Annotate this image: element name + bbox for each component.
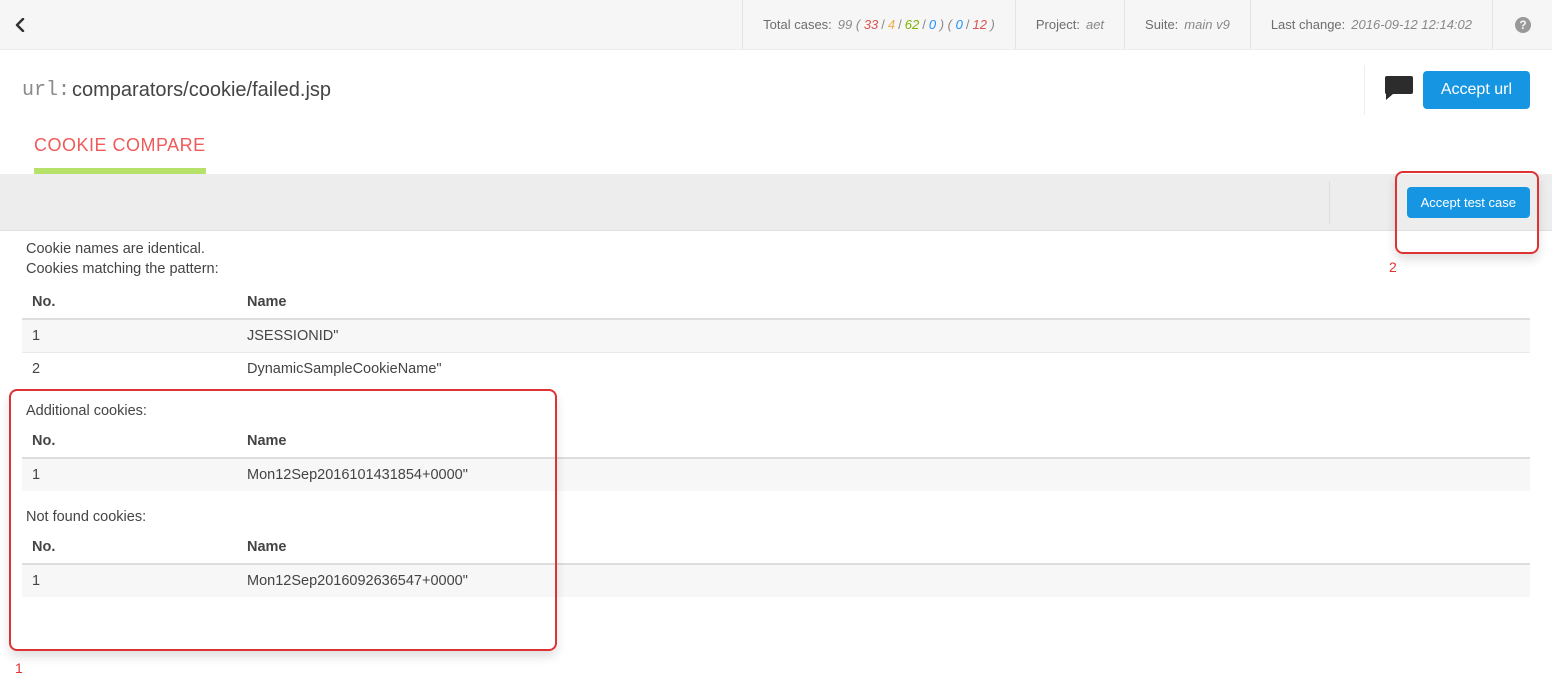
chevron-left-icon bbox=[15, 18, 25, 32]
col-name-header: Name bbox=[237, 531, 1530, 564]
project-stat: Project: aet bbox=[1015, 0, 1124, 49]
accept-test-case-button[interactable]: Accept test case bbox=[1407, 187, 1530, 218]
accept-url-button[interactable]: Accept url bbox=[1423, 71, 1530, 109]
annotation-label-1: 1 bbox=[15, 660, 23, 676]
help-button[interactable]: ? bbox=[1492, 0, 1552, 49]
col-name-header: Name bbox=[237, 425, 1530, 458]
notfound-cookies-label: Not found cookies: bbox=[22, 509, 1530, 525]
url-label: url: bbox=[22, 79, 70, 102]
count-warning: 4 bbox=[888, 17, 895, 32]
count-failed: 33 bbox=[864, 17, 878, 32]
additional-cookies-label: Additional cookies: bbox=[22, 403, 1530, 419]
total-cases-stat: Total cases: 99 ( 33 / 4 / 62 / 0 ) ( 0 … bbox=[742, 0, 1015, 49]
cell-no: 2 bbox=[22, 352, 237, 385]
suite-label: Suite: bbox=[1145, 17, 1178, 32]
lastchange-label: Last change: bbox=[1271, 17, 1345, 32]
additional-cookies-table: No. Name 1 Mon12Sep2016101431854+0000" bbox=[22, 425, 1530, 491]
cell-no: 1 bbox=[22, 319, 237, 353]
project-label: Project: bbox=[1036, 17, 1080, 32]
cell-no: 1 bbox=[22, 458, 237, 491]
cell-name: JSESSIONID" bbox=[237, 319, 1530, 353]
lastchange-value: 2016-09-12 12:14:02 bbox=[1351, 17, 1472, 32]
topbar: Total cases: 99 ( 33 / 4 / 62 / 0 ) ( 0 … bbox=[0, 0, 1552, 50]
cell-name: DynamicSampleCookieName" bbox=[237, 352, 1530, 385]
matching-cookies-table: No. Name 1 JSESSIONID" 2 DynamicSampleCo… bbox=[22, 286, 1530, 385]
tabs: COOKIE COMPARE bbox=[0, 135, 1552, 175]
suite-stat: Suite: main v9 bbox=[1124, 0, 1250, 49]
back-button[interactable] bbox=[0, 0, 40, 49]
cell-name: Mon12Sep2016092636547+0000" bbox=[237, 564, 1530, 597]
notfound-cookies-table: No. Name 1 Mon12Sep2016092636547+0000" bbox=[22, 531, 1530, 597]
table-row: 1 Mon12Sep2016092636547+0000" bbox=[22, 564, 1530, 597]
tab-cookie-compare[interactable]: COOKIE COMPARE bbox=[34, 135, 206, 174]
comment-icon[interactable] bbox=[1383, 74, 1415, 107]
total-cases-label: Total cases: bbox=[763, 17, 832, 32]
status-line-matching: Cookies matching the pattern: bbox=[26, 259, 1530, 279]
col-no-header: No. bbox=[22, 286, 237, 319]
results-content: Cookie names are identical. Cookies matc… bbox=[0, 231, 1552, 655]
count-accepted: 0 bbox=[956, 17, 963, 32]
result-toolbar: Accept test case bbox=[0, 175, 1552, 231]
status-line-1: Cookie names are identical. bbox=[26, 239, 1530, 259]
help-icon: ? bbox=[1514, 16, 1532, 34]
cell-name: Mon12Sep2016101431854+0000" bbox=[237, 458, 1530, 491]
table-row: 1 Mon12Sep2016101431854+0000" bbox=[22, 458, 1530, 491]
lastchange-stat: Last change: 2016-09-12 12:14:02 bbox=[1250, 0, 1492, 49]
project-value: aet bbox=[1086, 17, 1104, 32]
cell-no: 1 bbox=[22, 564, 237, 597]
url-bar: url: comparators/cookie/failed.jsp Accep… bbox=[0, 50, 1552, 125]
count-passed: 62 bbox=[905, 17, 919, 32]
annotation-label-2: 2 bbox=[1389, 259, 1397, 275]
col-no-header: No. bbox=[22, 425, 237, 458]
count-failed2: 12 bbox=[972, 17, 986, 32]
url-value: comparators/cookie/failed.jsp bbox=[72, 79, 331, 102]
col-no-header: No. bbox=[22, 531, 237, 564]
total-cases-value: 99 bbox=[838, 17, 852, 32]
suite-value: main v9 bbox=[1184, 17, 1230, 32]
svg-text:?: ? bbox=[1519, 18, 1526, 32]
table-row: 1 JSESSIONID" bbox=[22, 319, 1530, 353]
table-row: 2 DynamicSampleCookieName" bbox=[22, 352, 1530, 385]
col-name-header: Name bbox=[237, 286, 1530, 319]
count-rebased: 0 bbox=[929, 17, 936, 32]
